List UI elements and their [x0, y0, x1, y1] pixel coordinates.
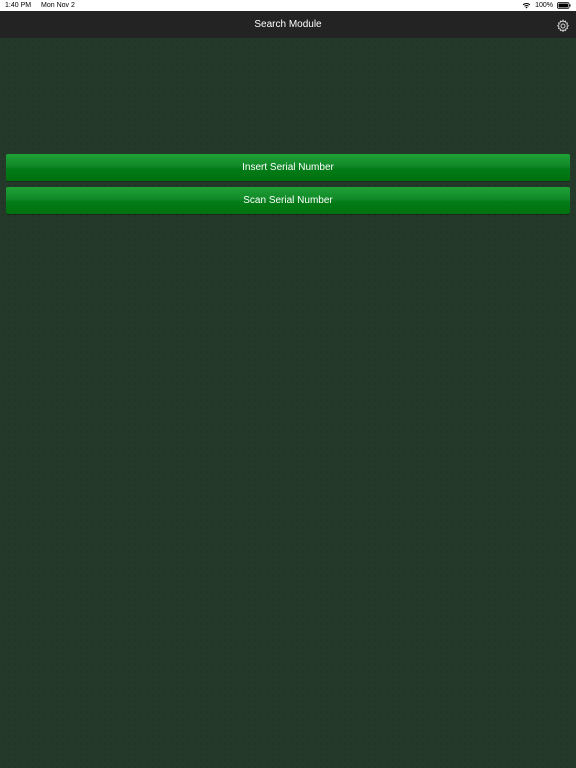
- status-bar: 1:40 PM Mon Nov 2 100%: [0, 0, 576, 11]
- nav-bar: Search Module: [0, 11, 576, 38]
- settings-button[interactable]: [556, 17, 570, 33]
- status-right: 100%: [522, 0, 571, 11]
- insert-serial-number-label: Insert Serial Number: [242, 162, 334, 173]
- status-date: Mon Nov 2: [41, 2, 75, 9]
- status-left: 1:40 PM Mon Nov 2: [5, 0, 83, 11]
- gear-icon: [556, 19, 570, 33]
- insert-serial-number-button[interactable]: Insert Serial Number: [6, 154, 570, 181]
- main-content: [0, 38, 576, 768]
- page-title: Search Module: [254, 19, 322, 30]
- battery-percent: 100%: [535, 2, 553, 9]
- battery-icon: [557, 2, 571, 9]
- status-time: 1:40 PM: [5, 2, 32, 9]
- scan-serial-number-label: Scan Serial Number: [243, 195, 333, 206]
- scan-serial-number-button[interactable]: Scan Serial Number: [6, 187, 570, 214]
- wifi-icon: [522, 2, 531, 9]
